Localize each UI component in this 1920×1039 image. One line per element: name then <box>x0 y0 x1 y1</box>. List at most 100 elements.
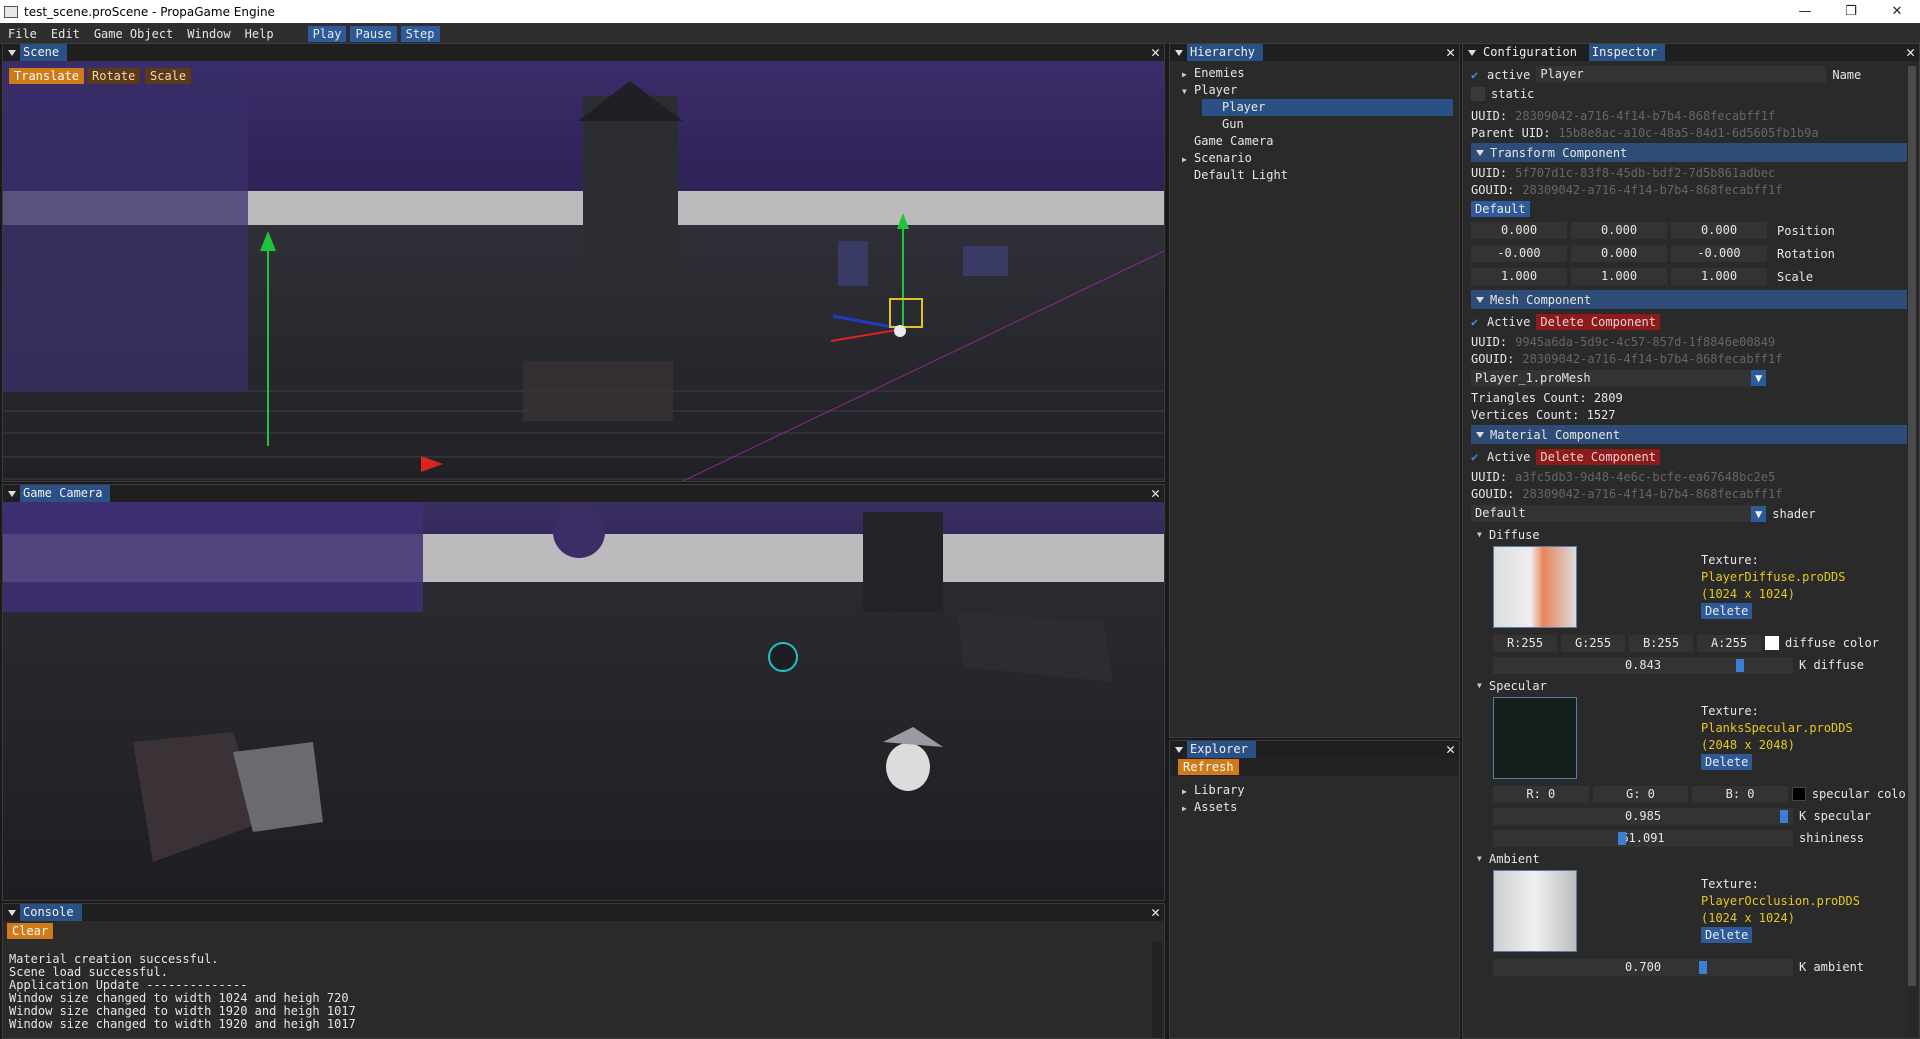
scale-y[interactable]: 1.000 <box>1571 268 1667 285</box>
diffuse-a[interactable]: A:255 <box>1697 634 1761 652</box>
default-button[interactable]: Default <box>1471 200 1530 217</box>
position-x[interactable]: 0.000 <box>1471 222 1567 239</box>
explorer-tab[interactable]: Explorer <box>1187 741 1256 758</box>
shininess-slider[interactable]: 61.091 <box>1493 829 1793 847</box>
material-active-checkbox[interactable]: ✔ <box>1471 450 1487 464</box>
hierarchy-tab[interactable]: Hierarchy <box>1187 44 1264 61</box>
specular-delete-button[interactable]: Delete <box>1701 754 1753 770</box>
scale-button[interactable]: Scale <box>145 68 192 84</box>
console-tab[interactable]: Console <box>20 904 82 921</box>
specular-b[interactable]: B: 0 <box>1692 785 1788 803</box>
specular-g[interactable]: G: 0 <box>1592 785 1689 803</box>
diffuse-b[interactable]: B:255 <box>1629 634 1693 652</box>
k-specular-slider[interactable]: 0.985 <box>1493 807 1793 825</box>
menu-file[interactable]: File <box>8 27 37 41</box>
active-checkbox[interactable]: ✔ <box>1471 68 1487 82</box>
tree-node-scenario[interactable]: ▶ Scenario <box>1182 150 1459 167</box>
game-camera-tab[interactable]: Game Camera <box>20 485 111 502</box>
expand-arrow-icon[interactable]: ▶ <box>1182 800 1194 817</box>
maximize-button[interactable]: ❐ <box>1828 0 1874 23</box>
scene-tab[interactable]: Scene <box>20 44 68 61</box>
rotation-z[interactable]: -0.000 <box>1671 245 1767 262</box>
close-icon[interactable]: ✕ <box>1446 44 1455 61</box>
collapse-arrow-icon[interactable] <box>8 909 16 916</box>
menu-edit[interactable]: Edit <box>51 27 80 41</box>
diffuse-header[interactable]: ▼ Diffuse <box>1471 525 1913 544</box>
tree-node-default-light[interactable]: Default Light <box>1182 167 1459 184</box>
diffuse-color-swatch[interactable] <box>1765 636 1779 650</box>
material-header[interactable]: Material Component <box>1471 425 1913 444</box>
ambient-texture-thumbnail[interactable] <box>1493 870 1577 952</box>
console-scrollbar[interactable] <box>1152 942 1162 1038</box>
mesh-header[interactable]: Mesh Component <box>1471 290 1913 309</box>
static-label: static <box>1491 86 1535 101</box>
collapse-arrow-icon[interactable] <box>1468 49 1476 56</box>
position-z[interactable]: 0.000 <box>1671 222 1767 239</box>
tree-node-assets[interactable]: ▶ Assets <box>1182 799 1459 816</box>
collapse-arrow-icon[interactable] <box>1175 49 1183 56</box>
close-icon[interactable]: ✕ <box>1446 741 1455 758</box>
translate-button[interactable]: Translate <box>9 68 85 84</box>
pause-button[interactable]: Pause <box>350 25 397 42</box>
scene-viewport[interactable]: Translate Rotate Scale <box>3 61 1164 481</box>
inspector-scrollbar[interactable] <box>1907 64 1917 1034</box>
specular-texture-thumbnail[interactable] <box>1493 697 1577 779</box>
mesh-file-select[interactable]: Player_1.proMesh <box>1471 369 1751 387</box>
dropdown-arrow-icon[interactable]: ▼ <box>1751 370 1767 386</box>
expand-arrow-icon[interactable]: ▶ <box>1182 151 1194 168</box>
collapse-arrow-icon[interactable] <box>8 490 16 497</box>
dropdown-arrow-icon[interactable]: ▼ <box>1751 505 1767 522</box>
ambient-header[interactable]: ▼ Ambient <box>1471 849 1913 868</box>
menu-help[interactable]: Help <box>245 27 274 41</box>
refresh-button[interactable]: Refresh <box>1178 759 1239 775</box>
k-ambient-slider[interactable]: 0.700 <box>1493 958 1793 976</box>
mesh-delete-component-button[interactable]: Delete Component <box>1536 314 1660 330</box>
step-button[interactable]: Step <box>400 25 440 42</box>
tree-node-library[interactable]: ▶ Library <box>1182 782 1459 799</box>
tree-node-game-camera[interactable]: Game Camera <box>1182 133 1459 150</box>
scale-x[interactable]: 1.000 <box>1471 268 1567 285</box>
specular-r[interactable]: R: 0 <box>1493 785 1589 803</box>
game-camera-viewport[interactable] <box>3 502 1164 900</box>
k-diffuse-slider[interactable]: 0.843 <box>1493 656 1793 674</box>
close-window-button[interactable]: ✕ <box>1874 0 1920 23</box>
diffuse-texture-thumbnail[interactable] <box>1493 546 1577 628</box>
specular-header[interactable]: ▼ Specular <box>1471 676 1913 695</box>
tab-configuration[interactable]: Configuration <box>1480 44 1585 61</box>
play-button[interactable]: Play <box>307 25 347 42</box>
menu-game-object[interactable]: Game Object <box>94 27 173 41</box>
position-y[interactable]: 0.000 <box>1571 222 1667 239</box>
diffuse-g[interactable]: G:255 <box>1561 634 1625 652</box>
tree-node-player[interactable]: ▼ Player <box>1182 82 1459 99</box>
name-input[interactable]: Player <box>1536 66 1827 83</box>
ambient-delete-button[interactable]: Delete <box>1701 927 1753 943</box>
mesh-active-checkbox[interactable]: ✔ <box>1471 315 1487 329</box>
menu-window[interactable]: Window <box>187 27 230 41</box>
rotation-y[interactable]: 0.000 <box>1571 245 1667 262</box>
scale-z[interactable]: 1.000 <box>1671 268 1767 285</box>
rotate-button[interactable]: Rotate <box>87 68 141 84</box>
transform-header[interactable]: Transform Component <box>1471 143 1913 162</box>
expand-arrow-icon[interactable]: ▶ <box>1182 783 1194 800</box>
static-checkbox[interactable] <box>1471 86 1485 101</box>
minimize-button[interactable]: — <box>1782 0 1828 23</box>
diffuse-r[interactable]: R:255 <box>1493 634 1557 652</box>
collapse-arrow-icon[interactable]: ▼ <box>1182 83 1194 100</box>
close-icon[interactable]: ✕ <box>1151 485 1160 502</box>
material-delete-component-button[interactable]: Delete Component <box>1536 449 1660 465</box>
clear-button[interactable]: Clear <box>7 923 54 939</box>
close-icon[interactable]: ✕ <box>1151 44 1160 61</box>
close-icon[interactable]: ✕ <box>1151 904 1160 921</box>
tree-node-player-child[interactable]: Player <box>1202 99 1453 116</box>
diffuse-delete-button[interactable]: Delete <box>1701 603 1753 619</box>
expand-arrow-icon[interactable]: ▶ <box>1182 66 1194 83</box>
tree-node-gun[interactable]: Gun <box>1182 116 1459 133</box>
tab-inspector[interactable]: Inspector <box>1588 44 1665 61</box>
collapse-arrow-icon[interactable] <box>1175 746 1183 753</box>
tree-node-enemies[interactable]: ▶ Enemies <box>1182 65 1459 82</box>
shader-select[interactable]: Default <box>1471 505 1751 522</box>
specular-color-swatch[interactable] <box>1791 787 1806 801</box>
close-icon[interactable]: ✕ <box>1906 44 1915 61</box>
collapse-arrow-icon[interactable] <box>8 49 16 56</box>
rotation-x[interactable]: -0.000 <box>1471 245 1567 262</box>
